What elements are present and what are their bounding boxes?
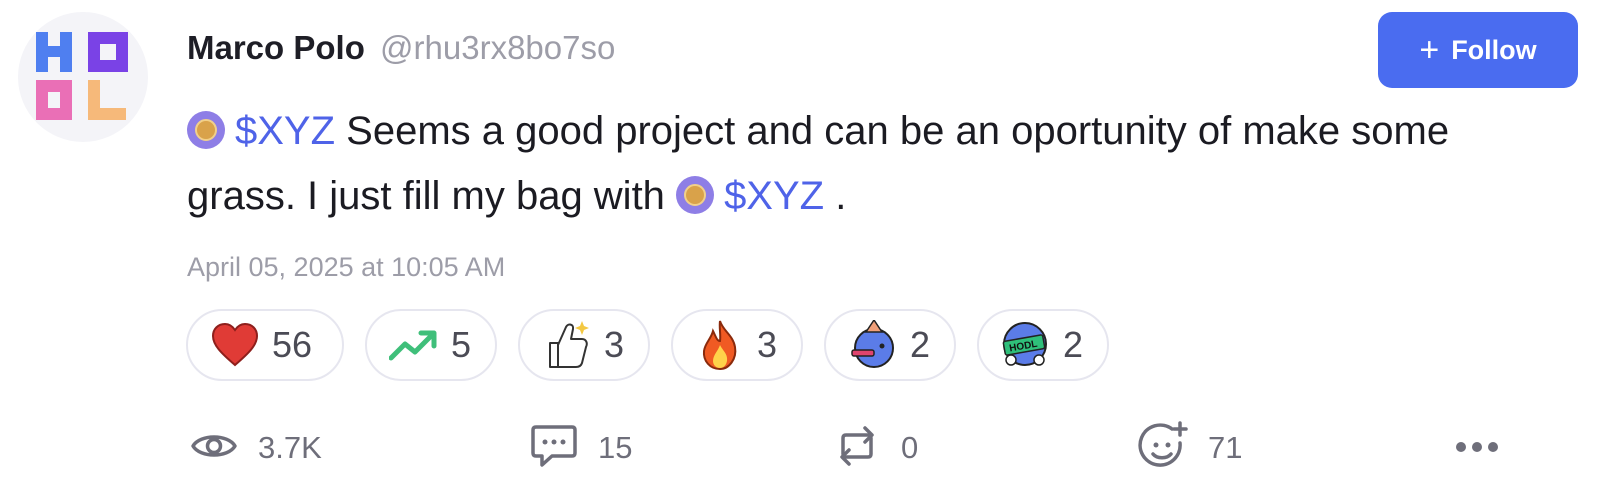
post-text-part-2: . [835, 174, 847, 218]
reactions-count: 71 [1208, 430, 1243, 465]
eye-icon [190, 429, 238, 468]
reaction-party[interactable]: 2 [824, 309, 956, 381]
reaction-count: 2 [1063, 324, 1084, 365]
ticker-link[interactable]: $XYZ [724, 174, 824, 218]
trending-up-icon [389, 320, 439, 370]
reaction-fire[interactable]: 3 [671, 309, 803, 381]
views-button[interactable]: 3.7K [190, 424, 322, 472]
ticker-link[interactable]: $XYZ [235, 109, 335, 153]
author-line: Marco Polo @rhu3rx8bo7so [187, 26, 615, 70]
coin-icon [676, 176, 715, 214]
post-timestamp: April 05, 2025 at 10:05 AM [187, 252, 506, 282]
author-handle[interactable]: @rhu3rx8bo7so [380, 29, 615, 66]
follow-label: Follow [1451, 34, 1537, 65]
comment-icon [530, 423, 578, 474]
reaction-trending[interactable]: 5 [365, 309, 497, 381]
reaction-hodl[interactable]: HODL 2 [977, 309, 1109, 381]
reaction-thumbs-up[interactable]: 3 [518, 309, 650, 381]
author-name[interactable]: Marco Polo [187, 29, 365, 66]
thumbs-up-sparkle-icon [542, 320, 592, 370]
repost-icon [833, 424, 881, 473]
add-emoji-icon [1138, 420, 1188, 476]
reaction-heart[interactable]: 56 [186, 309, 344, 381]
reaction-count: 3 [757, 324, 778, 365]
comments-count: 15 [598, 430, 633, 465]
reaction-count: 56 [272, 324, 313, 365]
fire-icon [695, 320, 745, 371]
more-dots-icon [1455, 440, 1499, 457]
follow-button[interactable]: + Follow [1378, 12, 1578, 88]
reaction-count: 2 [910, 324, 931, 365]
repost-button[interactable]: 0 [833, 424, 918, 472]
reaction-count: 5 [451, 324, 472, 365]
hodl-logo [36, 32, 128, 120]
comments-button[interactable]: 15 [530, 424, 632, 472]
reaction-bar: 56 5 3 3 2 HODL 2 [186, 309, 1109, 381]
hodl-mascot-icon: HODL [1001, 320, 1051, 370]
heart-icon [210, 320, 260, 370]
post-text: $XYZ Seems a good project and can be an … [187, 99, 1527, 229]
add-reaction-button[interactable]: 71 [1138, 420, 1243, 472]
plus-icon: + [1419, 31, 1440, 69]
more-options-button[interactable] [1455, 440, 1499, 458]
coin-icon [187, 111, 225, 149]
avatar[interactable] [18, 12, 148, 142]
views-count: 3.7K [258, 430, 322, 465]
reaction-count: 3 [604, 324, 625, 365]
party-mascot-icon [848, 320, 898, 370]
reposts-count: 0 [901, 430, 919, 465]
